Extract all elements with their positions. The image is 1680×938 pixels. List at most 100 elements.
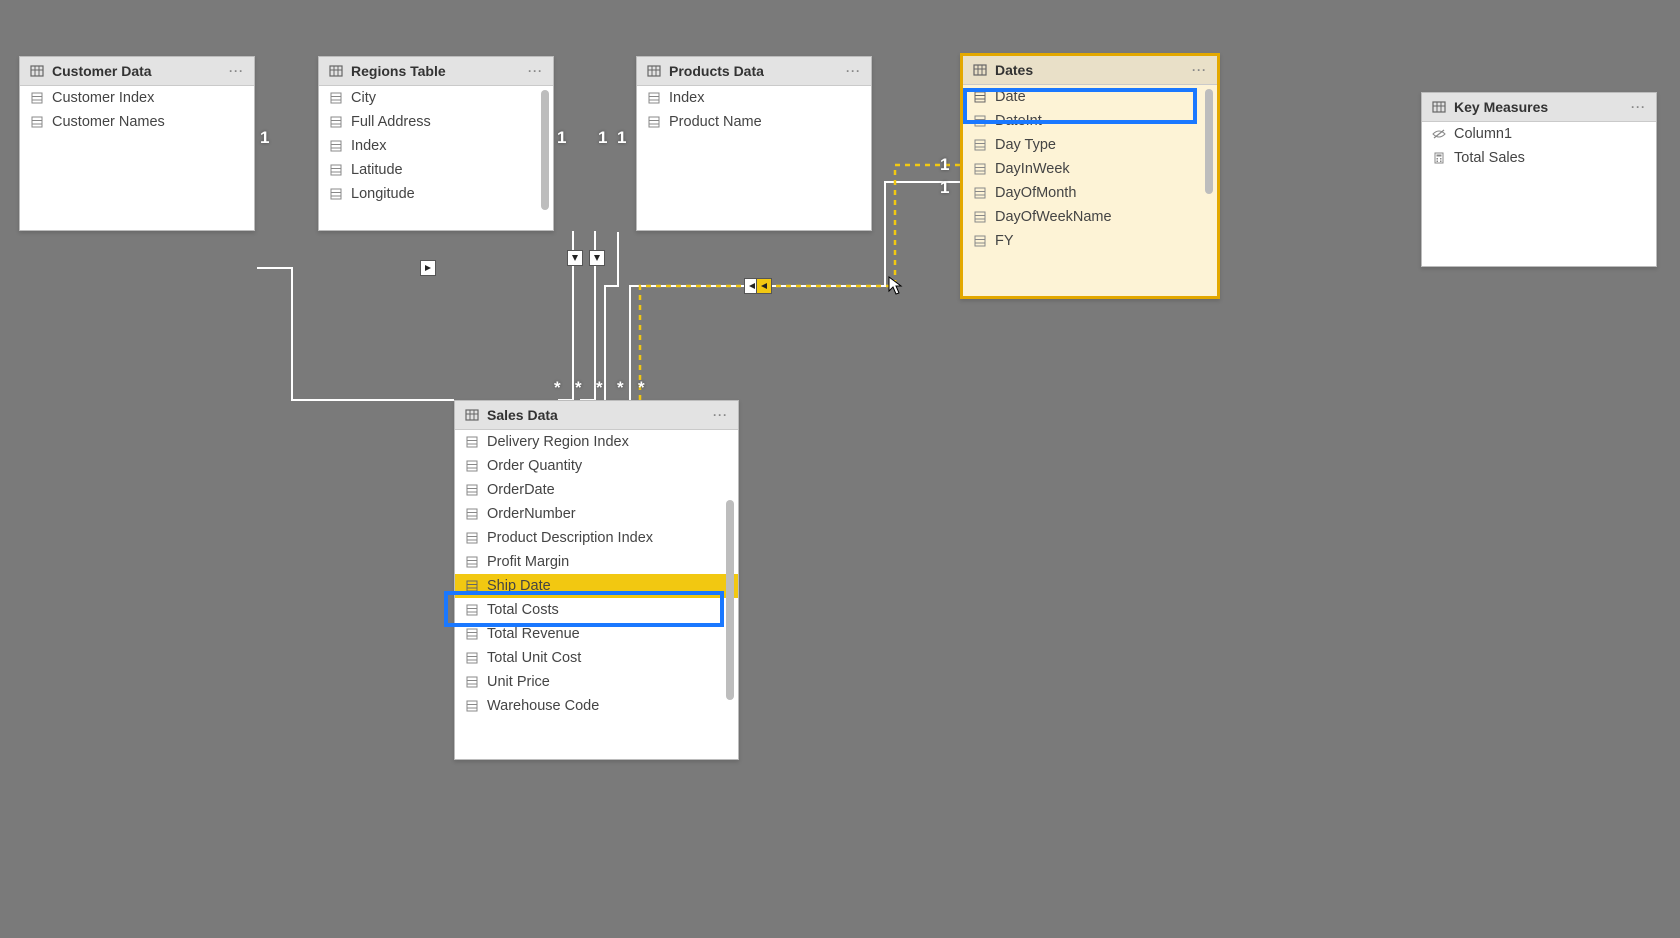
table-icon xyxy=(30,64,44,78)
table-header[interactable]: Key Measures ··· xyxy=(1422,93,1656,122)
field-row[interactable]: Total Costs xyxy=(455,598,738,622)
filter-direction-arrow[interactable] xyxy=(589,250,605,266)
field-label: Total Sales xyxy=(1454,150,1525,166)
field-row[interactable]: OrderNumber xyxy=(455,502,738,526)
field-label: Product Name xyxy=(669,114,762,130)
field-label: Column1 xyxy=(1454,126,1512,142)
cardinality-one: 1 xyxy=(598,128,607,148)
scrollbar[interactable] xyxy=(726,500,734,700)
field-list: Column1 Total Sales xyxy=(1422,122,1656,266)
table-menu-icon[interactable]: ··· xyxy=(846,64,861,78)
field-row[interactable]: OrderDate xyxy=(455,478,738,502)
table-menu-icon[interactable]: ··· xyxy=(528,64,543,78)
table-regions[interactable]: Regions Table ··· City Full Address Inde… xyxy=(318,56,554,231)
field-row[interactable]: DayOfMonth xyxy=(963,181,1217,205)
cardinality-many: * xyxy=(575,378,582,398)
table-header[interactable]: Dates ··· xyxy=(963,56,1217,85)
field-label: Order Quantity xyxy=(487,458,582,474)
cardinality-one: 1 xyxy=(940,178,949,198)
field-row[interactable]: Latitude xyxy=(319,158,553,182)
column-icon xyxy=(973,210,987,224)
table-key-measures[interactable]: Key Measures ··· Column1 Total Sales xyxy=(1421,92,1657,267)
field-row[interactable]: Total Unit Cost xyxy=(455,646,738,670)
table-icon xyxy=(465,408,479,422)
model-canvas[interactable]: Customer Data ··· Customer Index Custome… xyxy=(0,0,1680,938)
table-header[interactable]: Products Data ··· xyxy=(637,57,871,86)
field-row[interactable]: Warehouse Code xyxy=(455,694,738,718)
column-icon xyxy=(973,234,987,248)
field-label: Unit Price xyxy=(487,674,550,690)
table-menu-icon[interactable]: ··· xyxy=(1631,100,1646,114)
column-icon xyxy=(465,435,479,449)
field-row-date[interactable]: Date xyxy=(963,85,1217,109)
field-row[interactable]: Longitude xyxy=(319,182,553,206)
field-row[interactable]: DateInt xyxy=(963,109,1217,133)
field-row-ship-date[interactable]: Ship Date xyxy=(455,574,738,598)
filter-direction-arrow-active[interactable] xyxy=(756,278,772,294)
table-dates[interactable]: Dates ··· Date DateInt Day Type DayInWee… xyxy=(960,53,1220,299)
field-label: Ship Date xyxy=(487,578,551,594)
field-label: Delivery Region Index xyxy=(487,434,629,450)
table-menu-icon[interactable]: ··· xyxy=(1192,63,1207,77)
field-row[interactable]: Column1 xyxy=(1422,122,1656,146)
field-row[interactable]: DayInWeek xyxy=(963,157,1217,181)
field-label: Latitude xyxy=(351,162,403,178)
field-row[interactable]: City xyxy=(319,86,553,110)
column-icon xyxy=(973,114,987,128)
table-sales-data[interactable]: Sales Data ··· Delivery Region Index Ord… xyxy=(454,400,739,760)
cardinality-many: * xyxy=(638,378,645,398)
field-row[interactable]: Customer Index xyxy=(20,86,254,110)
column-icon xyxy=(465,483,479,497)
field-row[interactable]: Index xyxy=(319,134,553,158)
column-icon xyxy=(465,579,479,593)
column-icon xyxy=(465,603,479,617)
table-header[interactable]: Sales Data ··· xyxy=(455,401,738,430)
field-row[interactable]: Customer Names xyxy=(20,110,254,134)
field-label: Warehouse Code xyxy=(487,698,599,714)
field-row[interactable]: DayOfWeekName xyxy=(963,205,1217,229)
field-row[interactable]: Product Name xyxy=(637,110,871,134)
column-icon xyxy=(465,699,479,713)
scrollbar[interactable] xyxy=(1205,89,1213,194)
field-row[interactable]: Total Revenue xyxy=(455,622,738,646)
column-icon xyxy=(30,115,44,129)
field-row[interactable]: Index xyxy=(637,86,871,110)
field-row[interactable]: Product Description Index xyxy=(455,526,738,550)
field-list: City Full Address Index Latitude Longitu… xyxy=(319,86,553,230)
table-title: Customer Data xyxy=(52,63,221,79)
field-list: Date DateInt Day Type DayInWeek DayOfMon… xyxy=(963,85,1217,296)
column-icon xyxy=(329,115,343,129)
field-label: FY xyxy=(995,233,1014,249)
field-row[interactable]: Delivery Region Index xyxy=(455,430,738,454)
column-icon xyxy=(329,163,343,177)
table-icon xyxy=(1432,100,1446,114)
table-products[interactable]: Products Data ··· Index Product Name xyxy=(636,56,872,231)
filter-direction-arrow[interactable] xyxy=(567,250,583,266)
measure-icon xyxy=(1432,151,1446,165)
filter-direction-arrow[interactable] xyxy=(420,260,436,276)
table-customer-data[interactable]: Customer Data ··· Customer Index Custome… xyxy=(19,56,255,231)
table-menu-icon[interactable]: ··· xyxy=(713,408,728,422)
field-row[interactable]: Profit Margin xyxy=(455,550,738,574)
field-label: OrderNumber xyxy=(487,506,576,522)
scrollbar[interactable] xyxy=(541,90,549,210)
table-header[interactable]: Customer Data ··· xyxy=(20,57,254,86)
field-label: Longitude xyxy=(351,186,415,202)
field-row[interactable]: Total Sales xyxy=(1422,146,1656,170)
field-row[interactable]: Order Quantity xyxy=(455,454,738,478)
cardinality-many: * xyxy=(596,378,603,398)
field-row[interactable]: Day Type xyxy=(963,133,1217,157)
field-row[interactable]: Unit Price xyxy=(455,670,738,694)
field-label: DayOfMonth xyxy=(995,185,1076,201)
field-row[interactable]: FY xyxy=(963,229,1217,253)
column-icon xyxy=(973,90,987,104)
field-label: Full Address xyxy=(351,114,431,130)
cardinality-one: 1 xyxy=(260,128,269,148)
table-header[interactable]: Regions Table ··· xyxy=(319,57,553,86)
field-row[interactable]: Full Address xyxy=(319,110,553,134)
table-icon xyxy=(647,64,661,78)
cardinality-one: 1 xyxy=(557,128,566,148)
field-list: Customer Index Customer Names xyxy=(20,86,254,230)
cardinality-one: 1 xyxy=(940,155,949,175)
table-menu-icon[interactable]: ··· xyxy=(229,64,244,78)
